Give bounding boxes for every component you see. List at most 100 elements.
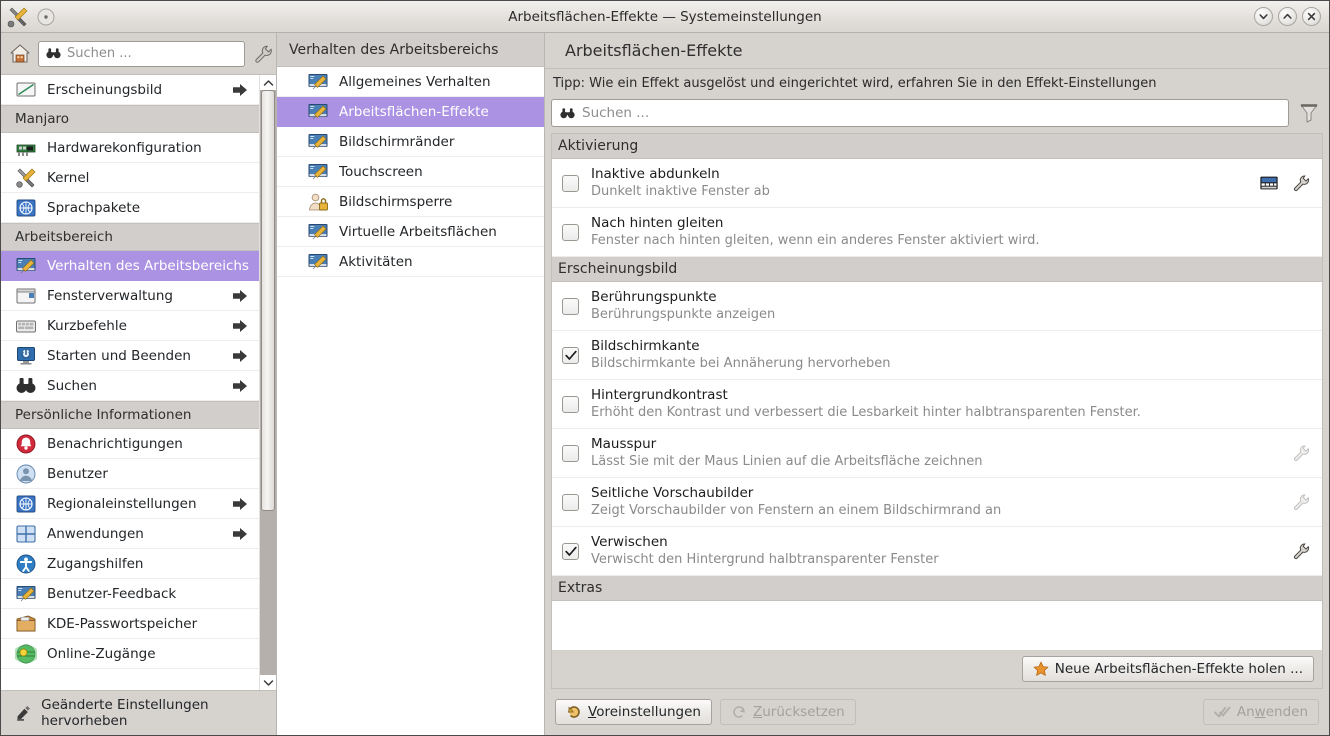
window-icon <box>16 288 36 303</box>
effect-configure-button[interactable] <box>1290 540 1312 562</box>
category-item-touchscreen[interactable]: Touchscreen <box>277 157 544 187</box>
effect-row[interactable]: Inaktive abdunkeln Dunkelt inaktive Fenst… <box>552 159 1322 208</box>
effect-checkbox[interactable] <box>562 346 579 364</box>
effect-row[interactable]: Seitliche Vorschaubilder Zeigt Vorschaubi… <box>552 478 1322 527</box>
effect-checkbox[interactable] <box>562 223 579 241</box>
effect-row[interactable]: Mausspur Lässt Sie mit der Maus Linien au… <box>552 429 1322 478</box>
desktop-tools-icon <box>308 73 328 89</box>
desktop-tools-icon <box>308 133 328 149</box>
tip-text: Tipp: Wie ein Effekt ausgelöst und einge… <box>553 75 1157 91</box>
reset-accel: Z <box>753 704 763 720</box>
effects-search-box[interactable] <box>551 99 1289 127</box>
effect-checkbox[interactable] <box>562 395 579 413</box>
category-item-arbeitsfl-chen-effekte[interactable]: Arbeitsflächen-Effekte <box>277 97 544 127</box>
get-new-effects-button[interactable]: Neue Arbeitsflächen-Effekte holen ... <box>1021 656 1314 682</box>
effect-row[interactable]: Verwischen Verwischt den Hintergrund halb… <box>552 527 1322 576</box>
sidebar-search-box[interactable] <box>38 40 245 67</box>
effect-video-button[interactable] <box>1258 172 1280 194</box>
sidebar-item-benutzer[interactable]: Benutzer <box>1 459 259 489</box>
category-item-label: Allgemeines Verhalten <box>339 73 491 90</box>
sidebar-item-verhalten-des-arbeitsbereichs[interactable]: Verhalten des Arbeitsbereichs <box>1 251 259 281</box>
sidebar-item-online-zug-nge[interactable]: Online-Zugänge <box>1 639 259 669</box>
highlighter-icon <box>17 705 30 721</box>
effect-checkbox[interactable] <box>562 174 579 192</box>
sidebar-list-container: Erscheinungsbild Manjaro Hardwarekonfigura… <box>1 75 276 691</box>
flag-icon <box>16 495 36 512</box>
sidebar-item-kde-passwortspeicher[interactable]: KDE-Passwortspeicher <box>1 609 259 639</box>
sidebar-item-label: Suchen <box>47 377 97 394</box>
globe-icon <box>15 644 37 663</box>
arrow-right-icon <box>233 497 247 510</box>
effect-configure-button[interactable] <box>1290 172 1312 194</box>
effect-configure-button[interactable] <box>1290 442 1312 464</box>
sidebar-section-header: Arbeitsbereich <box>1 223 259 251</box>
maximize-button[interactable] <box>1278 7 1297 26</box>
sidebar-item-suchen[interactable]: Suchen <box>1 371 259 401</box>
effect-name: Bildschirmkante <box>591 338 700 354</box>
effect-checkbox[interactable] <box>562 493 579 511</box>
sidebar-item-sprachpakete[interactable]: Sprachpakete <box>1 193 259 223</box>
sidebar: Erscheinungsbild Manjaro Hardwarekonfigura… <box>1 33 277 735</box>
sidebar-item-regionaleinstellungen[interactable]: Regionaleinstellungen <box>1 489 259 519</box>
sidebar-item-fensterverwaltung[interactable]: Fensterverwaltung <box>1 281 259 311</box>
sidebar-item-hardwarekonfiguration[interactable]: Hardwarekonfiguration <box>1 133 259 163</box>
sidebar-item-label: Verhalten des Arbeitsbereichs <box>47 257 249 274</box>
effect-checkbox[interactable] <box>562 297 579 315</box>
minimize-button[interactable] <box>1254 7 1273 26</box>
reset-icon <box>733 706 745 718</box>
scrollbar-thumb[interactable] <box>261 90 275 512</box>
effect-name: Verwischen <box>591 534 668 550</box>
effect-configure-button[interactable] <box>1290 491 1312 513</box>
sidebar-item-anwendungen[interactable]: Anwendungen <box>1 519 259 549</box>
sidebar-scrollbar[interactable] <box>259 75 276 690</box>
sidebar-configure-button[interactable] <box>252 41 274 67</box>
apply-button[interactable]: Anwenden <box>1202 699 1319 725</box>
category-list: Allgemeines Verhalten Arbeitsflächen-Effe… <box>277 67 544 735</box>
sidebar-item-starten-und-beenden[interactable]: Starten und Beenden <box>1 341 259 371</box>
arrow-right-icon <box>233 379 247 392</box>
effect-row[interactable]: Berührungspunkte Berührungspunkte anzeige… <box>552 282 1322 331</box>
category-item-allgemeines-verhalten[interactable]: Allgemeines Verhalten <box>277 67 544 97</box>
hardware-icon <box>16 144 36 156</box>
highlight-changed-settings-button[interactable]: Geänderte Einstellungen hervorheben <box>1 691 276 735</box>
effect-row[interactable]: Hintergrundkontrast Erhöht den Kontrast u… <box>552 380 1322 429</box>
sidebar-item-kernel[interactable]: Kernel <box>1 163 259 193</box>
effect-row[interactable]: Nach hinten gleiten Fenster nach hinten g… <box>552 208 1322 257</box>
home-button[interactable] <box>9 41 31 67</box>
sidebar-item-benutzer-feedback[interactable]: Benutzer-Feedback <box>1 579 259 609</box>
arrow-right-icon <box>233 349 247 362</box>
category-item-bildschirmsperre[interactable]: Bildschirmsperre <box>277 187 544 217</box>
wrench-icon <box>1294 543 1310 559</box>
scrollbar-track[interactable] <box>260 90 276 675</box>
effect-description: Bildschirmkante bei Annäherung hervorheb… <box>591 356 891 371</box>
effect-checkbox[interactable] <box>562 542 579 560</box>
dot-icon <box>37 8 55 25</box>
effect-description: Verwischt den Hintergrund halbtransparen… <box>591 552 939 567</box>
effect-description: Fenster nach hinten gleiten, wenn ein an… <box>591 233 1040 248</box>
desktop-tools-icon <box>16 257 36 273</box>
scroll-up-button[interactable] <box>260 75 276 90</box>
scroll-down-button[interactable] <box>260 675 276 690</box>
reset-button[interactable]: Zurücksetzen <box>720 699 856 725</box>
effects-search-input[interactable] <box>582 101 1280 125</box>
effect-row[interactable]: Bildschirmkante Bildschirmkante bei Annäh… <box>552 331 1322 380</box>
sidebar-section-header: Manjaro <box>1 105 259 133</box>
close-button[interactable] <box>1302 7 1321 26</box>
filter-button[interactable] <box>1295 99 1323 127</box>
defaults-button[interactable]: Voreinstellungen <box>555 699 712 725</box>
category-item-aktivit-ten[interactable]: Aktivitäten <box>277 247 544 277</box>
sidebar-item-kurzbefehle[interactable]: Kurzbefehle <box>1 311 259 341</box>
sidebar-item-label: Hardwarekonfiguration <box>47 139 202 156</box>
sidebar-item-zugangshilfen[interactable]: Zugangshilfen <box>1 549 259 579</box>
sidebar-item-erscheinungsbild[interactable]: Erscheinungsbild <box>1 75 259 105</box>
category-item-bildschirmr-nder[interactable]: Bildschirmränder <box>277 127 544 157</box>
effect-checkbox[interactable] <box>562 444 579 462</box>
sidebar-item-benachrichtigungen[interactable]: Benachrichtigungen <box>1 429 259 459</box>
effects-list: Aktivierung Inaktive abdunkeln Dunkelt ina… <box>551 133 1323 650</box>
star-icon <box>1033 661 1049 676</box>
sidebar-list: Erscheinungsbild Manjaro Hardwarekonfigura… <box>1 75 259 690</box>
effect-actions <box>1258 172 1312 194</box>
extras-footer: Neue Arbeitsflächen-Effekte holen ... <box>551 650 1323 689</box>
sidebar-search-input[interactable] <box>67 42 237 65</box>
category-item-virtuelle-arbeitsfl-chen[interactable]: Virtuelle Arbeitsflächen <box>277 217 544 247</box>
